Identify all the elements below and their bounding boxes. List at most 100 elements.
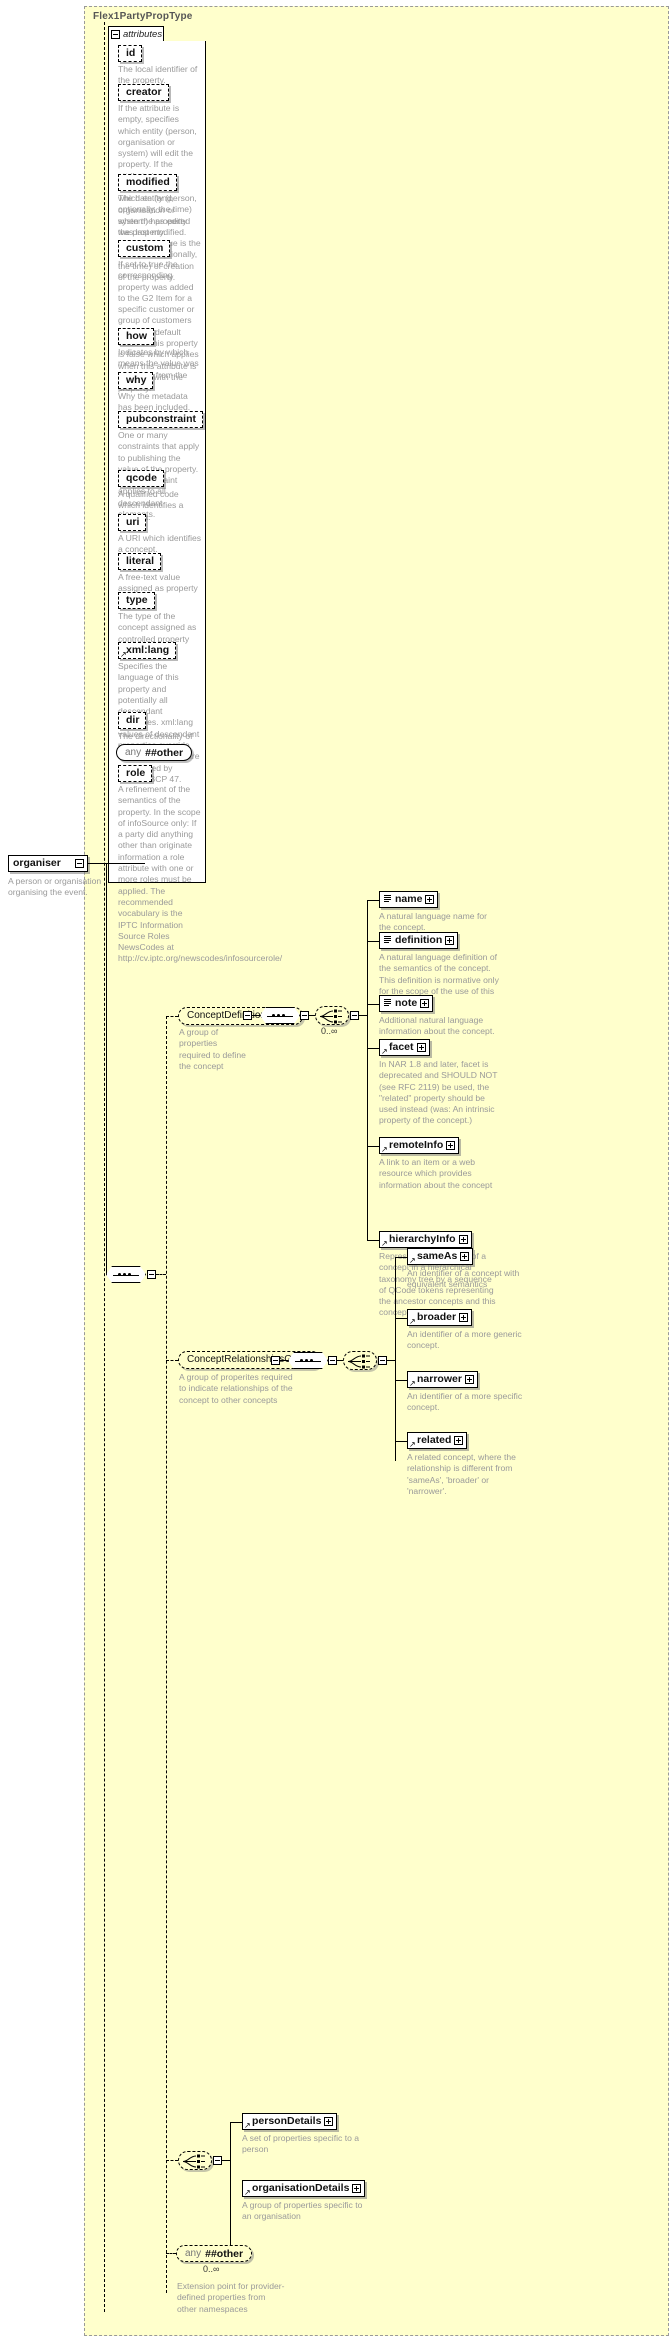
choice-compositor-icon[interactable] bbox=[178, 2151, 212, 2170]
element-node-narrower[interactable]: narrower bbox=[407, 1371, 478, 1388]
element-doc-narrower: An identifier of a more specific concept… bbox=[407, 1391, 523, 1413]
attribute-name: custom bbox=[126, 242, 164, 255]
plus-square-icon[interactable] bbox=[458, 1235, 468, 1244]
minus-square-icon[interactable] bbox=[378, 1356, 387, 1365]
minus-square-icon[interactable] bbox=[213, 2156, 222, 2165]
choice-compositor-icon[interactable] bbox=[343, 1351, 377, 1370]
minus-square-icon[interactable] bbox=[111, 29, 120, 39]
element-doc-facet: In NAR 1.8 and later, facet is deprecate… bbox=[379, 1059, 498, 1126]
connector-choice1-out bbox=[359, 1015, 367, 1016]
attribute-node-modified[interactable]: modified bbox=[118, 174, 177, 191]
attribute-node-type[interactable]: type bbox=[118, 592, 155, 609]
type-reference-arrow-icon bbox=[409, 1258, 415, 1264]
attribute-node-why[interactable]: why bbox=[118, 372, 154, 389]
choice-glyph bbox=[319, 1009, 342, 1024]
connector-to-facet bbox=[367, 1048, 379, 1049]
minus-square-icon[interactable] bbox=[243, 1011, 252, 1020]
attributes-tab[interactable]: attributes bbox=[108, 26, 164, 41]
element-name: note bbox=[395, 997, 418, 1010]
plus-square-icon[interactable] bbox=[446, 1141, 456, 1150]
schema-diagram-canvas: Flex1PartyPropType attributes id The loc… bbox=[0, 0, 671, 2343]
choice-compositor-icon[interactable] bbox=[315, 1006, 349, 1025]
element-node-related[interactable]: related bbox=[407, 1432, 468, 1449]
minus-square-icon[interactable] bbox=[350, 1011, 359, 1020]
plus-square-icon[interactable] bbox=[464, 1375, 474, 1384]
element-name: facet bbox=[389, 1041, 414, 1054]
plus-square-icon[interactable] bbox=[352, 2184, 362, 2193]
minus-square-icon[interactable] bbox=[328, 1356, 337, 1365]
plus-square-icon[interactable] bbox=[416, 1043, 426, 1052]
connector-to-hierarchyinfo bbox=[367, 1240, 379, 1241]
attribute-node-id[interactable]: id bbox=[118, 45, 143, 62]
any-keyword: any bbox=[185, 2248, 202, 2259]
type-reference-arrow-icon bbox=[409, 1381, 415, 1387]
element-node-hierarchyinfo[interactable]: hierarchyInfo bbox=[379, 1231, 472, 1248]
minus-square-icon[interactable] bbox=[300, 1011, 309, 1020]
sequence-dots bbox=[118, 1273, 131, 1276]
content-children-rail bbox=[166, 1016, 167, 2293]
plus-square-icon[interactable] bbox=[324, 2117, 334, 2126]
element-node-name[interactable]: name bbox=[379, 891, 439, 908]
type-reference-arrow-icon bbox=[381, 1049, 387, 1055]
element-node-remoteinfo[interactable]: remoteInfo bbox=[379, 1137, 460, 1154]
attribute-node-dir[interactable]: dir bbox=[118, 712, 147, 729]
element-doc-organiser: A person or organisation organising the … bbox=[8, 876, 102, 898]
plus-square-icon[interactable] bbox=[459, 1313, 469, 1322]
group2-children-rail bbox=[395, 1257, 396, 1461]
attribute-node-how[interactable]: how bbox=[118, 328, 154, 345]
attribute-node-uri[interactable]: uri bbox=[118, 514, 147, 531]
content-any-node[interactable]: any ##other bbox=[176, 2245, 253, 2262]
element-node-organisationdetails[interactable]: organisationDetails bbox=[242, 2180, 366, 2197]
group-doc-concept-definition-group: A group of properties required to define… bbox=[179, 1027, 246, 1071]
attribute-node-qcode[interactable]: qcode bbox=[118, 470, 164, 487]
connector-to-definition bbox=[367, 941, 379, 942]
plus-square-icon[interactable] bbox=[420, 999, 430, 1008]
element-node-sameas[interactable]: sameAs bbox=[407, 1248, 474, 1265]
minus-square-icon[interactable] bbox=[75, 859, 84, 868]
element-doc-remoteinfo: A link to an item or a web resource whic… bbox=[379, 1157, 493, 1190]
element-doc-persondetails: A set of properties specific to a person bbox=[242, 2133, 360, 2155]
element-name: name bbox=[395, 893, 423, 906]
element-node-definition[interactable]: definition bbox=[379, 932, 459, 949]
connector-to-note bbox=[367, 1004, 379, 1005]
group-doc-concept-relationships-group: A group of properites required to indica… bbox=[179, 1372, 293, 1405]
plus-square-icon[interactable] bbox=[425, 895, 435, 904]
sequence-compositor-icon[interactable] bbox=[288, 1352, 328, 1369]
any-keyword: any bbox=[125, 747, 142, 758]
element-doc-note: Additional natural language information … bbox=[379, 1015, 495, 1037]
element-node-facet[interactable]: facet bbox=[379, 1039, 430, 1056]
element-doc-name: A natural language name for the concept. bbox=[379, 911, 487, 933]
attribute-any-node[interactable]: any ##other bbox=[116, 744, 193, 761]
element-doc-organisationdetails: A group of properties specific to an org… bbox=[242, 2200, 363, 2222]
element-node-note[interactable]: note bbox=[379, 995, 434, 1012]
attribute-node-creator[interactable]: creator bbox=[118, 84, 169, 101]
element-name: organiser bbox=[13, 857, 61, 870]
attribute-name: qcode bbox=[126, 472, 157, 485]
type-reference-arrow-icon bbox=[409, 1442, 415, 1448]
element-name: remoteInfo bbox=[389, 1139, 444, 1152]
attributes-tab-label: attributes bbox=[123, 28, 163, 40]
element-node-persondetails[interactable]: personDetails bbox=[242, 2113, 338, 2130]
sequence-compositor-icon[interactable] bbox=[260, 1007, 300, 1024]
attribute-node-literal[interactable]: literal bbox=[118, 553, 162, 570]
connector-to-name bbox=[367, 900, 379, 901]
attribute-node-role[interactable]: role bbox=[118, 765, 153, 782]
plus-square-icon[interactable] bbox=[454, 1436, 464, 1445]
element-node-organiser[interactable]: organiser bbox=[8, 855, 88, 872]
element-node-broader[interactable]: broader bbox=[407, 1309, 473, 1326]
minus-square-icon[interactable] bbox=[147, 1270, 156, 1279]
attribute-node-custom[interactable]: custom bbox=[118, 240, 171, 257]
attribute-doc-role: A refinement of the semantics of the pro… bbox=[118, 784, 283, 964]
minus-square-icon[interactable] bbox=[271, 1356, 280, 1365]
plus-square-icon[interactable] bbox=[445, 936, 455, 945]
spine-organiser bbox=[106, 863, 107, 1275]
attribute-node-xml-lang[interactable]: xml:lang bbox=[118, 642, 177, 659]
type-left-rail bbox=[104, 22, 105, 2312]
attribute-node-pubconstraint[interactable]: pubconstraint bbox=[118, 411, 203, 428]
plus-square-icon[interactable] bbox=[460, 1252, 470, 1261]
element-doc-broader: An identifier of a more generic concept. bbox=[407, 1329, 522, 1351]
attribute-node-icon bbox=[384, 999, 391, 1008]
attribute-name: creator bbox=[126, 86, 162, 99]
connector-detail-choice-out bbox=[222, 2160, 230, 2161]
sequence-compositor-icon[interactable] bbox=[106, 1266, 146, 1283]
